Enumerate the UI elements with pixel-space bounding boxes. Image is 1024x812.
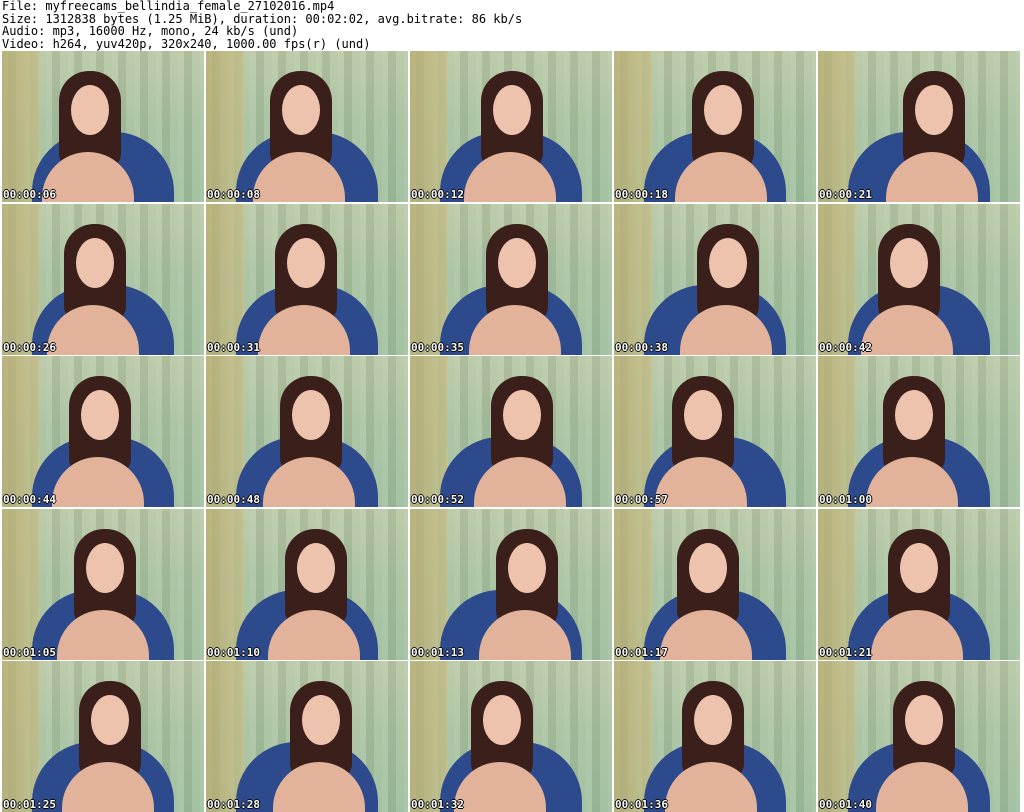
timestamp: 00:00:08: [207, 188, 260, 201]
timestamp: 00:00:44: [3, 493, 56, 506]
timestamp: 00:00:26: [3, 340, 56, 354]
timestamp: 00:01:17: [615, 645, 668, 659]
figure-face: [91, 695, 129, 745]
timestamp: 00:01:40: [819, 798, 872, 811]
file-info-header: File: myfreecams_bellindia_female_271020…: [2, 0, 522, 50]
video-thumbnail: 00:01:05: [2, 508, 204, 660]
timestamp: 00:01:32: [411, 798, 464, 811]
figure-face: [508, 542, 546, 593]
timestamp: 00:01:10: [207, 645, 260, 659]
timestamp: 00:00:06: [3, 188, 56, 201]
figure-face: [302, 695, 340, 745]
timestamp: 00:00:21: [819, 188, 872, 201]
video-thumbnail: 00:00:21: [818, 51, 1020, 202]
timestamp: 00:01:00: [819, 493, 872, 506]
figure-face: [493, 85, 531, 135]
video-thumbnail: 00:00:57: [614, 356, 816, 507]
video-thumbnail: 00:00:48: [206, 356, 408, 507]
figure-face: [483, 695, 521, 745]
video-thumbnail: 00:01:17: [614, 508, 816, 660]
timestamp: 00:01:25: [3, 798, 56, 811]
figure-face: [86, 542, 124, 593]
timestamp: 00:00:57: [615, 493, 668, 506]
timestamp: 00:00:12: [411, 188, 464, 201]
video-thumbnail: 00:00:31: [206, 203, 408, 355]
figure-face: [915, 85, 953, 135]
figure-face: [292, 390, 330, 440]
video-thumbnail: 00:00:18: [614, 51, 816, 202]
figure-face: [282, 85, 320, 135]
video-thumbnail: 00:00:12: [410, 51, 612, 202]
figure-face: [684, 390, 722, 440]
video-thumbnail: 00:00:52: [410, 356, 612, 507]
video-thumbnail: 00:00:35: [410, 203, 612, 355]
figure-face: [76, 237, 114, 288]
timestamp: 00:00:18: [615, 188, 668, 201]
video-thumbnail: 00:00:06: [2, 51, 204, 202]
timestamp: 00:01:36: [615, 798, 668, 811]
timestamp: 00:01:13: [411, 645, 464, 659]
timestamp: 00:01:21: [819, 645, 872, 659]
figure-face: [81, 390, 119, 440]
figure-face: [694, 695, 732, 745]
figure-face: [689, 542, 727, 593]
video-thumbnail: 00:01:10: [206, 508, 408, 660]
video-thumbnail: 00:00:42: [818, 203, 1020, 355]
video-thumbnail: 00:01:00: [818, 356, 1020, 507]
timestamp: 00:00:31: [207, 340, 260, 354]
timestamp: 00:01:28: [207, 798, 260, 811]
figure-face: [890, 237, 928, 288]
video-thumbnail: 00:01:13: [410, 508, 612, 660]
video-thumbnail: 00:00:26: [2, 203, 204, 355]
timestamp: 00:00:52: [411, 493, 464, 506]
video-thumbnail: 00:01:32: [410, 661, 612, 812]
figure-face: [71, 85, 109, 135]
video-thumbnail: 00:01:28: [206, 661, 408, 812]
figure-face: [297, 542, 335, 593]
figure-face: [498, 237, 536, 288]
timestamp: 00:00:35: [411, 340, 464, 354]
figure-face: [709, 237, 747, 288]
timestamp: 00:00:42: [819, 340, 872, 354]
video-thumbnail: 00:00:44: [2, 356, 204, 507]
video-thumbnail: 00:01:25: [2, 661, 204, 812]
timestamp: 00:01:05: [3, 645, 56, 659]
timestamp: 00:00:48: [207, 493, 260, 506]
figure-face: [905, 695, 943, 745]
figure-face: [704, 85, 742, 135]
video-thumbnail: 00:00:08: [206, 51, 408, 202]
figure-face: [503, 390, 541, 440]
audio-info: Audio: mp3, 16000 Hz, mono, 24 kb/s (und…: [2, 24, 299, 38]
video-thumbnail: 00:01:36: [614, 661, 816, 812]
video-thumbnail: 00:00:38: [614, 203, 816, 355]
figure-face: [900, 542, 938, 593]
figure-face: [895, 390, 933, 440]
thumbnail-grid: 00:00:06 00:00:08 00:00:12 00:00:18 00:00:21…: [2, 51, 1020, 812]
figure-face: [287, 237, 325, 288]
file-name: File: myfreecams_bellindia_female_271020…: [2, 0, 335, 13]
video-thumbnail: 00:01:21: [818, 508, 1020, 660]
timestamp: 00:00:38: [615, 340, 668, 354]
video-thumbnail: 00:01:40: [818, 661, 1020, 812]
video-info: Video: h264, yuv420p, 320x240, 1000.00 f…: [2, 36, 371, 51]
